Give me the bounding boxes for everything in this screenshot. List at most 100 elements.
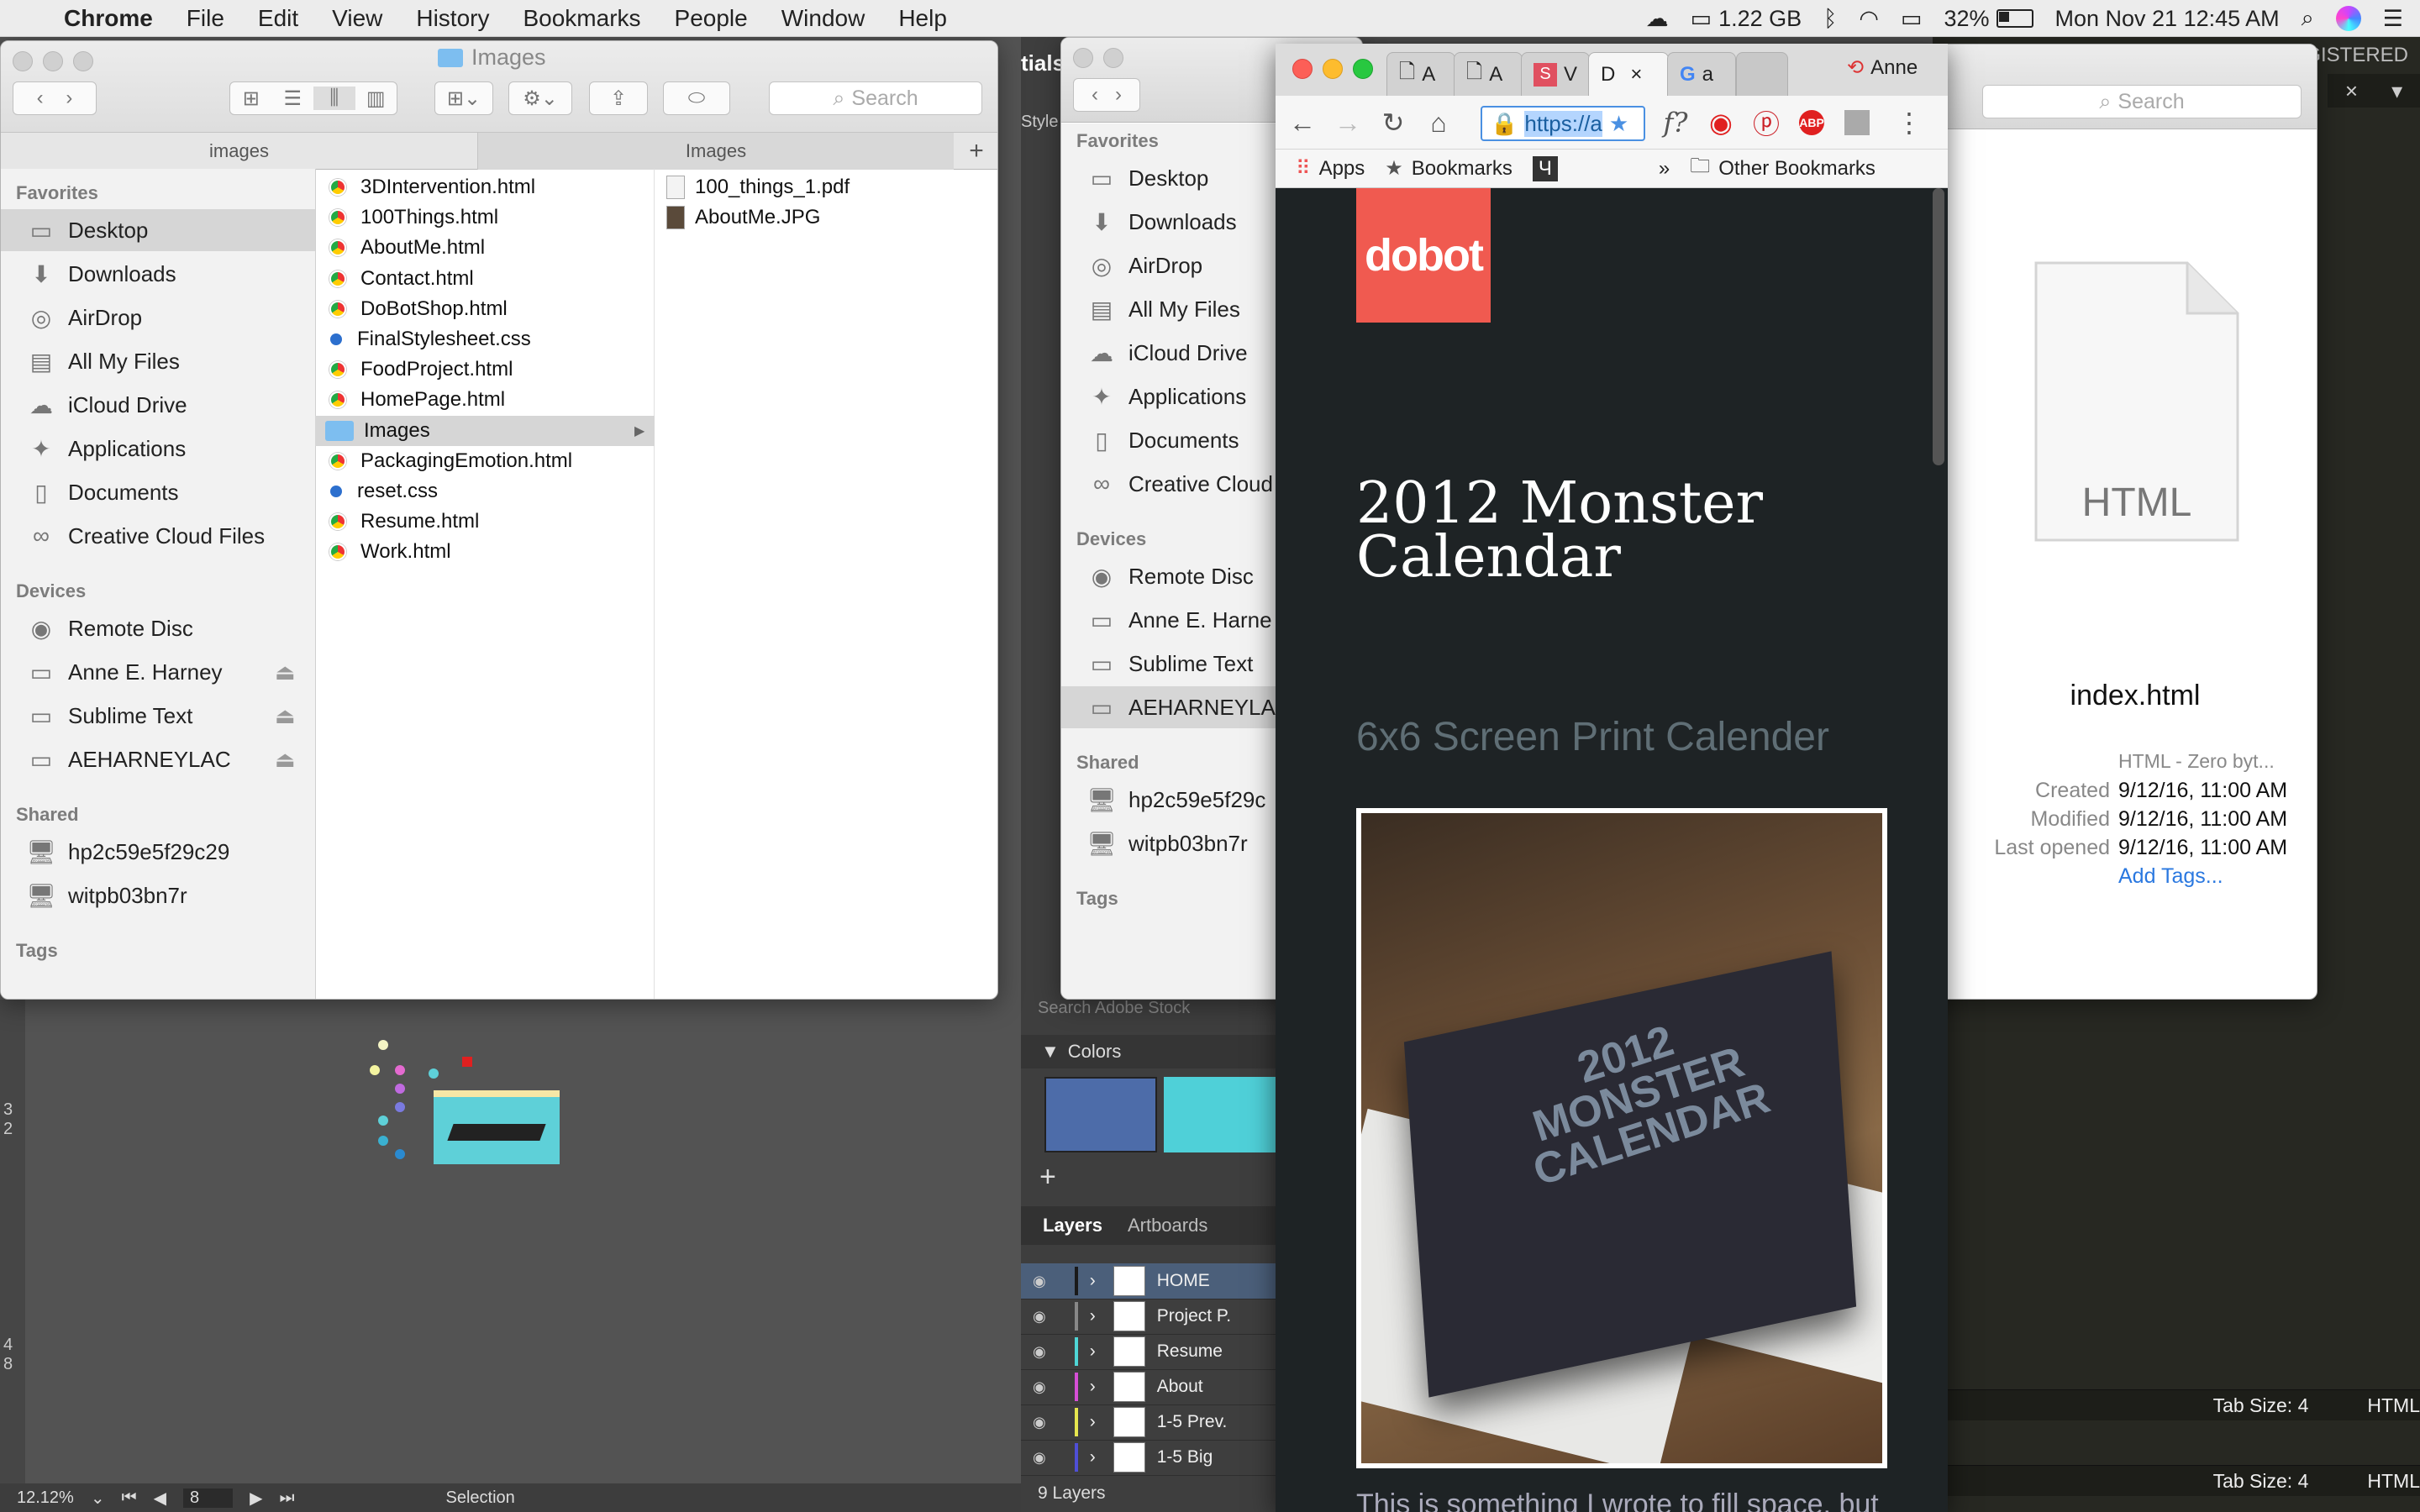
- zoom-level[interactable]: 12.12%: [17, 1488, 74, 1508]
- chevron-down-icon[interactable]: ▾: [2391, 78, 2402, 104]
- first-artboard-icon[interactable]: ⏮: [122, 1488, 137, 1508]
- extension-icon[interactable]: [1842, 108, 1872, 138]
- sidebar-item-aeharneylac[interactable]: ▭ AEHARNEYLAC ⏏: [1, 738, 315, 780]
- adobe-stock-search[interactable]: Search Adobe Stock: [1038, 999, 1190, 1018]
- colors-panel-header[interactable]: ▼ Colors: [1021, 1035, 1277, 1068]
- new-tab-button[interactable]: +: [954, 133, 997, 170]
- file-item[interactable]: FoodProject.html: [315, 354, 655, 385]
- zoom-button[interactable]: [73, 51, 93, 71]
- eye-icon[interactable]: ◉: [1033, 1378, 1046, 1396]
- chevron-right-icon[interactable]: ›: [1115, 83, 1122, 107]
- file-item[interactable]: DoBotShop.html: [315, 294, 655, 324]
- sidebar-item-anne-e-harney[interactable]: ▭ Anne E. Harney ⏏: [1, 651, 315, 693]
- add-tags-link[interactable]: Add Tags...: [2118, 864, 2223, 889]
- zoom-button[interactable]: [1353, 59, 1373, 79]
- file-item[interactable]: AboutMe.html: [315, 233, 655, 263]
- notification-center-icon[interactable]: ☰: [2383, 6, 2403, 32]
- tab-artboards[interactable]: Artboards: [1128, 1215, 1207, 1236]
- more-bookmarks-icon[interactable]: »: [1659, 157, 1670, 181]
- opera-icon[interactable]: ◉: [1706, 108, 1736, 138]
- list-view-icon[interactable]: ☰: [272, 87, 314, 111]
- file-item[interactable]: Work.html: [315, 537, 655, 567]
- tab-1[interactable]: 🗋 A: [1386, 52, 1455, 96]
- sidebar-item-airdrop[interactable]: ◎ AirDrop: [1, 297, 315, 339]
- gallery-view-icon[interactable]: ▥: [355, 87, 397, 111]
- tab-images[interactable]: Images: [478, 133, 954, 170]
- arrange-button[interactable]: ⊞⌄: [434, 81, 493, 115]
- chevron-left-icon[interactable]: ‹: [37, 87, 44, 110]
- close-button[interactable]: [13, 51, 33, 71]
- tags-button[interactable]: ⬭: [663, 81, 730, 115]
- sidebar-item-remote-disc[interactable]: ◉ Remote Disc: [1, 607, 315, 649]
- spotlight-search-icon[interactable]: ⌕: [2302, 5, 2314, 32]
- eye-icon[interactable]: ◉: [1033, 1343, 1046, 1361]
- dobot-logo[interactable]: dobot: [1356, 188, 1491, 323]
- back-forward-buttons[interactable]: ‹ ›: [13, 81, 97, 115]
- chevron-left-icon[interactable]: ‹: [1092, 83, 1098, 107]
- menu-app-name[interactable]: Chrome: [47, 5, 170, 32]
- menu-file[interactable]: File: [170, 5, 241, 32]
- profile-button[interactable]: ⟲ Anne: [1847, 55, 1918, 80]
- minimize-button[interactable]: [1103, 48, 1123, 68]
- eye-icon[interactable]: ◉: [1033, 1449, 1046, 1467]
- minimize-button[interactable]: [1323, 59, 1343, 79]
- creative-cloud-icon[interactable]: ☁: [1646, 6, 1669, 32]
- action-button[interactable]: ⚙⌄: [508, 81, 572, 115]
- tab-2[interactable]: 🗋 A: [1454, 52, 1523, 96]
- artboard-number[interactable]: 8: [183, 1488, 234, 1508]
- eject-icon[interactable]: ⏏: [275, 703, 296, 729]
- expand-arrow-icon[interactable]: ›: [1090, 1412, 1102, 1432]
- file-item[interactable]: HomePage.html: [315, 385, 655, 415]
- wifi-icon[interactable]: ◠: [1859, 6, 1879, 32]
- tab-size-indicator[interactable]: Tab Size: 4: [2213, 1394, 2309, 1417]
- close-icon[interactable]: ×: [2345, 78, 2358, 104]
- close-tab-icon[interactable]: ×: [1630, 63, 1642, 87]
- tab-size-indicator[interactable]: Tab Size: 4: [2213, 1470, 2309, 1493]
- prev-artboard-icon[interactable]: ◀: [154, 1488, 166, 1509]
- menu-people[interactable]: People: [658, 5, 765, 32]
- back-icon[interactable]: ←: [1287, 108, 1318, 138]
- minimize-button[interactable]: [43, 51, 63, 71]
- new-tab-button[interactable]: [1736, 52, 1788, 96]
- tab-3[interactable]: SV: [1521, 52, 1590, 96]
- menu-icon[interactable]: ⋮: [1894, 108, 1924, 138]
- layer-row[interactable]: ◉ › 1-5 Big: [1021, 1440, 1277, 1476]
- eject-icon[interactable]: ⏏: [275, 659, 296, 685]
- sidebar-item-creative-cloud-files[interactable]: ∞ Creative Cloud Files: [1, 515, 315, 557]
- layer-row[interactable]: ◉ › Project P.: [1021, 1299, 1277, 1335]
- pinterest-icon[interactable]: ⓟ: [1751, 108, 1781, 139]
- syntax-indicator[interactable]: HTML: [2367, 1394, 2420, 1417]
- menu-history[interactable]: History: [399, 5, 506, 32]
- menu-help[interactable]: Help: [881, 5, 964, 32]
- color-swatch-blue[interactable]: [1044, 1077, 1157, 1152]
- sidebar-item-downloads[interactable]: ⬇ Downloads: [1, 253, 315, 295]
- menu-edit[interactable]: Edit: [241, 5, 315, 32]
- tab-active[interactable]: D ×: [1588, 52, 1669, 96]
- memory-status[interactable]: ▭ 1.22 GB: [1691, 6, 1802, 32]
- menu-view[interactable]: View: [315, 5, 399, 32]
- expand-arrow-icon[interactable]: ›: [1090, 1447, 1102, 1467]
- syntax-indicator[interactable]: HTML: [2367, 1470, 2420, 1493]
- close-button[interactable]: [1073, 48, 1093, 68]
- menu-window[interactable]: Window: [765, 5, 882, 32]
- layer-row[interactable]: ◉ › Resume: [1021, 1334, 1277, 1370]
- extension-bookmark-icon[interactable]: Ч: [1532, 155, 1558, 181]
- eye-icon[interactable]: ◉: [1033, 1414, 1046, 1431]
- layer-row[interactable]: ◉ › About: [1021, 1369, 1277, 1405]
- scrollbar[interactable]: [1933, 188, 1944, 465]
- apps-bookmark[interactable]: ⠿ Apps: [1296, 156, 1365, 181]
- add-swatch-icon[interactable]: +: [1039, 1161, 1056, 1194]
- expand-arrow-icon[interactable]: ›: [1090, 1341, 1102, 1362]
- folder-item[interactable]: Images ▶: [315, 415, 655, 446]
- sidebar-item-icloud-drive[interactable]: ☁ iCloud Drive: [1, 384, 315, 426]
- eye-icon[interactable]: ◉: [1033, 1308, 1046, 1326]
- forward-icon[interactable]: →: [1333, 108, 1363, 138]
- layer-row[interactable]: ◉ › HOME: [1021, 1263, 1277, 1299]
- eye-icon[interactable]: ◉: [1033, 1273, 1046, 1290]
- other-bookmarks[interactable]: 🗀 Other Bookmarks: [1690, 151, 1876, 186]
- expand-arrow-icon[interactable]: ›: [1090, 1271, 1102, 1291]
- bookmarks-bookmark[interactable]: ★ Bookmarks: [1385, 156, 1512, 181]
- sidebar-item-documents[interactable]: ▯ Documents: [1, 471, 315, 513]
- sidebar-item-sublime-text[interactable]: ▭ Sublime Text ⏏: [1, 695, 315, 737]
- file-item[interactable]: reset.css: [315, 476, 655, 507]
